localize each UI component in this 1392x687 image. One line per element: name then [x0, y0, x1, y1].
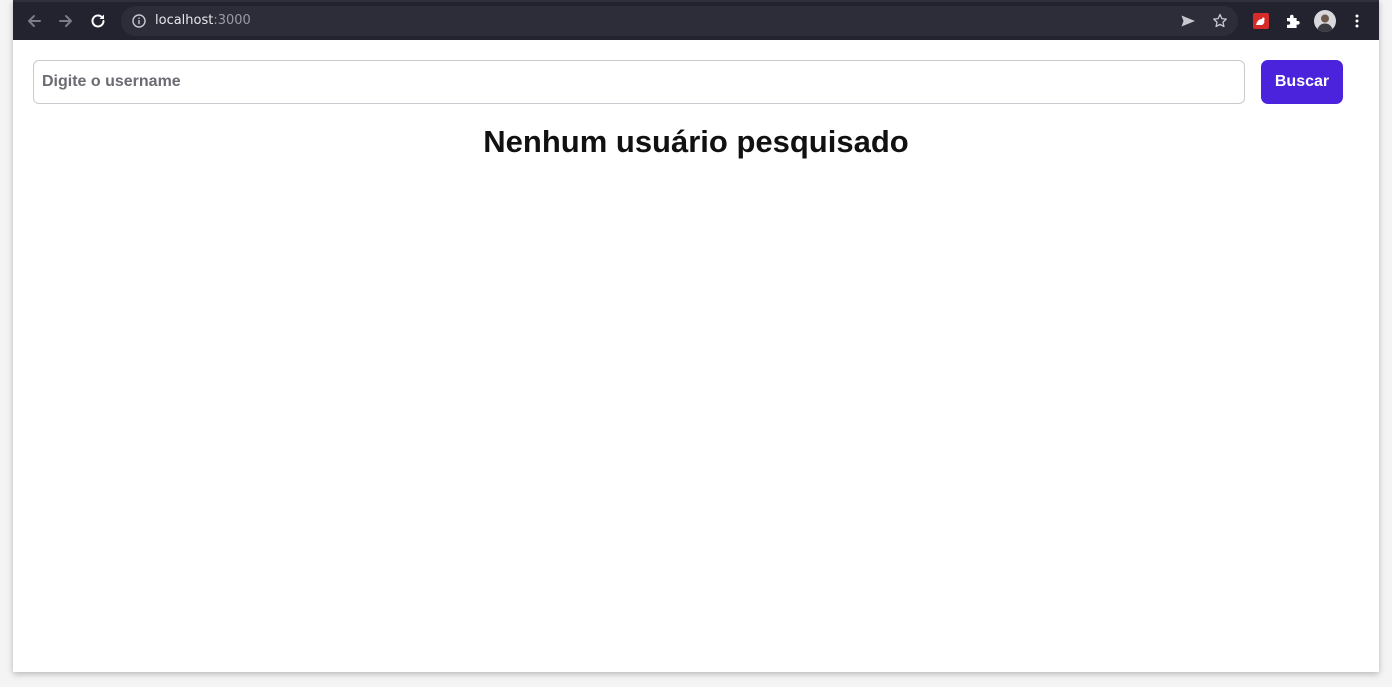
url-host: localhost	[155, 13, 214, 28]
username-search-input[interactable]	[33, 60, 1245, 104]
url-port: :3000	[213, 13, 251, 28]
info-icon[interactable]	[131, 13, 147, 29]
profile-button[interactable]	[1314, 10, 1336, 32]
red-extension-icon	[1253, 13, 1269, 29]
arrow-left-icon	[28, 15, 41, 27]
arrow-right-icon	[59, 15, 72, 27]
extension-app-button[interactable]	[1251, 11, 1271, 31]
star-icon	[1213, 13, 1227, 28]
empty-state-message: Nenhum usuário pesquisado	[483, 124, 909, 159]
avatar	[1314, 10, 1336, 32]
puzzle-icon	[1287, 14, 1300, 28]
kebab-menu-icon	[1355, 14, 1359, 28]
send-tab-icon	[1181, 15, 1195, 27]
send-tab-button[interactable]	[1179, 12, 1197, 30]
reload-button[interactable]	[87, 10, 109, 32]
search-button[interactable]: Buscar	[1261, 60, 1343, 104]
reload-icon	[91, 14, 105, 28]
bookmark-button[interactable]	[1211, 12, 1229, 30]
browser-menu-button[interactable]	[1347, 11, 1367, 31]
browser-window: localhost:3000 Digite o username Buscar …	[13, 0, 1379, 672]
url-text[interactable]: localhost:3000	[155, 13, 251, 29]
forward-button[interactable]	[55, 10, 77, 32]
browser-toolbar: localhost:3000	[13, 0, 1379, 40]
extensions-button[interactable]	[1283, 11, 1303, 31]
address-bar[interactable]: localhost:3000	[121, 6, 1238, 36]
back-button[interactable]	[23, 10, 45, 32]
